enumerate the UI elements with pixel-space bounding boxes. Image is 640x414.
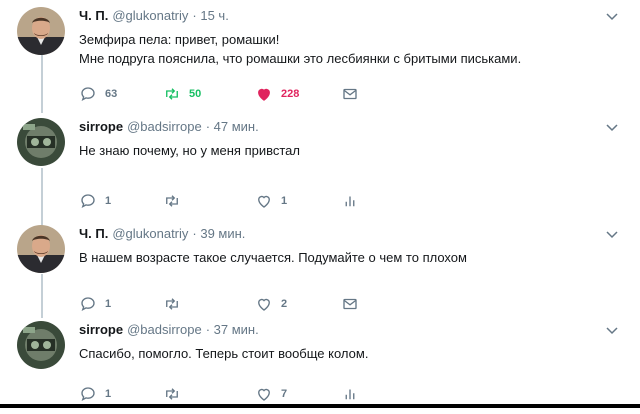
action-count: 1 [105, 195, 112, 207]
display-name[interactable]: sirrope [79, 119, 123, 134]
action-count: 1 [105, 298, 112, 310]
retweet-icon [163, 85, 181, 103]
like-icon [255, 192, 273, 210]
chevron-down-icon[interactable] [604, 226, 620, 242]
avatar-man-photo[interactable] [17, 7, 65, 55]
timestamp[interactable]: · 15 ч. [192, 8, 228, 23]
like-icon [255, 385, 273, 403]
like-icon [255, 85, 273, 103]
display-name[interactable]: sirrope [79, 322, 123, 337]
action-count: 1 [105, 388, 112, 400]
tweet-text: В нашем возрасте такое случается. Подума… [79, 250, 467, 265]
like-button[interactable]: 2 [255, 294, 287, 314]
message-icon [341, 295, 359, 313]
avatar-man-photo[interactable] [17, 225, 65, 273]
analytics-button[interactable] [341, 191, 359, 211]
handle[interactable]: @badsirrope [127, 119, 202, 134]
retweet-icon [163, 192, 181, 210]
tweet-actions: 17 [79, 384, 379, 404]
tweet[interactable]: sirrope @badsirrope · 47 мин. Не знаю поче… [0, 115, 640, 211]
action-count: 228 [281, 88, 300, 100]
tweet-header: Ч. П. @glukonatriy · 39 мин. [79, 226, 245, 241]
tweet-header: Ч. П. @glukonatriy · 15 ч. [79, 8, 229, 23]
action-count: 1 [281, 195, 288, 207]
display-name[interactable]: Ч. П. [79, 8, 108, 23]
bottom-border [0, 404, 640, 408]
tweet[interactable]: sirrope @badsirrope · 37 мин. Спасибо, пом… [0, 318, 640, 414]
analytics-button[interactable] [341, 384, 359, 404]
tweet-actions: 12 [79, 294, 379, 314]
action-count: 63 [105, 88, 118, 100]
reply-button[interactable]: 1 [79, 294, 111, 314]
retweet-icon [163, 385, 181, 403]
like-icon [255, 295, 273, 313]
tweet-header: sirrope @badsirrope · 37 мин. [79, 322, 259, 337]
chevron-down-icon[interactable] [604, 8, 620, 24]
timestamp[interactable]: · 37 мин. [206, 322, 259, 337]
tweet-text: Земфира пела: привет, ромашки! Мне подру… [79, 32, 522, 66]
timestamp[interactable]: · 39 мин. [192, 226, 245, 241]
message-icon [341, 85, 359, 103]
retweet-button[interactable] [163, 384, 181, 404]
reply-icon [79, 385, 97, 403]
action-count: 7 [281, 388, 288, 400]
retweet-button[interactable]: 50 [163, 84, 201, 104]
reply-button[interactable]: 63 [79, 84, 117, 104]
tweet-text: Спасибо, помогло. Теперь стоит вообще ко… [79, 346, 369, 361]
message-button[interactable] [341, 294, 359, 314]
reply-button[interactable]: 1 [79, 384, 111, 404]
analytics-icon [341, 385, 359, 403]
tweet-actions: 63 50 228 [79, 84, 379, 104]
retweet-button[interactable] [163, 191, 181, 211]
analytics-icon [341, 192, 359, 210]
reply-icon [79, 192, 97, 210]
display-name[interactable]: Ч. П. [79, 226, 108, 241]
handle[interactable]: @glukonatriy [112, 226, 188, 241]
like-button[interactable]: 228 [255, 84, 299, 104]
handle[interactable]: @badsirrope [127, 322, 202, 337]
retweet-button[interactable] [163, 294, 181, 314]
tweet-text: Не знаю почему, но у меня привстал [79, 143, 300, 158]
tweet[interactable]: Ч. П. @glukonatriy · 39 мин. В нашем возра… [0, 222, 640, 318]
avatar-game-photo[interactable] [17, 118, 65, 166]
reply-icon [79, 295, 97, 313]
reply-button[interactable]: 1 [79, 191, 111, 211]
reply-icon [79, 85, 97, 103]
timestamp[interactable]: · 47 мин. [206, 119, 259, 134]
tweet-header: sirrope @badsirrope · 47 мин. [79, 119, 259, 134]
tweet-actions: 11 [79, 191, 379, 211]
action-count: 2 [281, 298, 288, 310]
like-button[interactable]: 1 [255, 191, 287, 211]
handle[interactable]: @glukonatriy [112, 8, 188, 23]
chevron-down-icon[interactable] [604, 119, 620, 135]
tweet-thread: Ч. П. @glukonatriy · 15 ч. Земфира пела: п… [0, 0, 640, 404]
action-count: 50 [189, 88, 202, 100]
avatar-game-photo[interactable] [17, 321, 65, 369]
message-button[interactable] [341, 84, 359, 104]
tweet[interactable]: Ч. П. @glukonatriy · 15 ч. Земфира пела: п… [0, 4, 640, 101]
retweet-icon [163, 295, 181, 313]
chevron-down-icon[interactable] [604, 322, 620, 338]
like-button[interactable]: 7 [255, 384, 287, 404]
